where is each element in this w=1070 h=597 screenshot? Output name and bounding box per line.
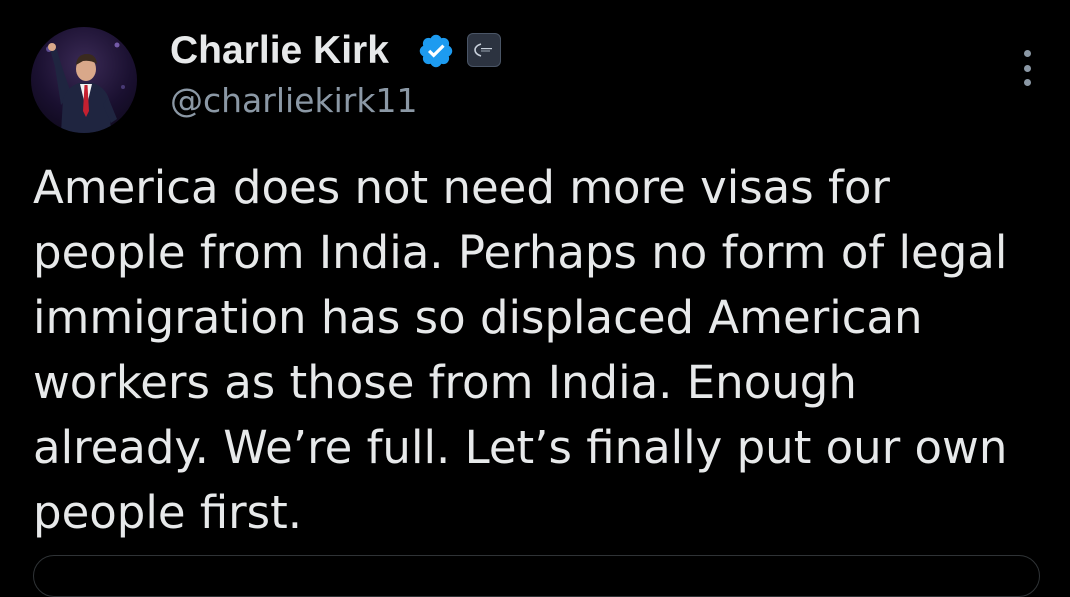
author-display-name[interactable]: Charlie Kirk [170, 28, 389, 74]
more-dot [1023, 79, 1031, 86]
tweet-text-line: workers as those from India. Enough [33, 356, 857, 409]
embedded-card[interactable] [33, 555, 1040, 597]
more-dot [1023, 64, 1031, 72]
tweet-text-line: people from India. Perhaps no form of le… [33, 226, 1008, 279]
tweet-text-line: immigration has so displaced American [33, 291, 923, 344]
tweet-text: America does not need more visas for peo… [33, 155, 1043, 545]
avatar-photo [46, 42, 125, 133]
tweet-text-line: people first. [33, 486, 303, 539]
verified-badge-icon[interactable] [417, 32, 455, 70]
more-dot [1023, 50, 1031, 57]
tweet-text-line: already. We’re full. Let’s finally put o… [33, 421, 1008, 474]
avatar[interactable] [31, 27, 137, 133]
affiliate-badge-icon[interactable] [467, 33, 501, 67]
tweet-text-line: America does not need more visas for [33, 161, 890, 214]
more-options-icon[interactable] [1010, 48, 1044, 88]
author-handle[interactable]: @charliekirk11 [170, 80, 417, 122]
